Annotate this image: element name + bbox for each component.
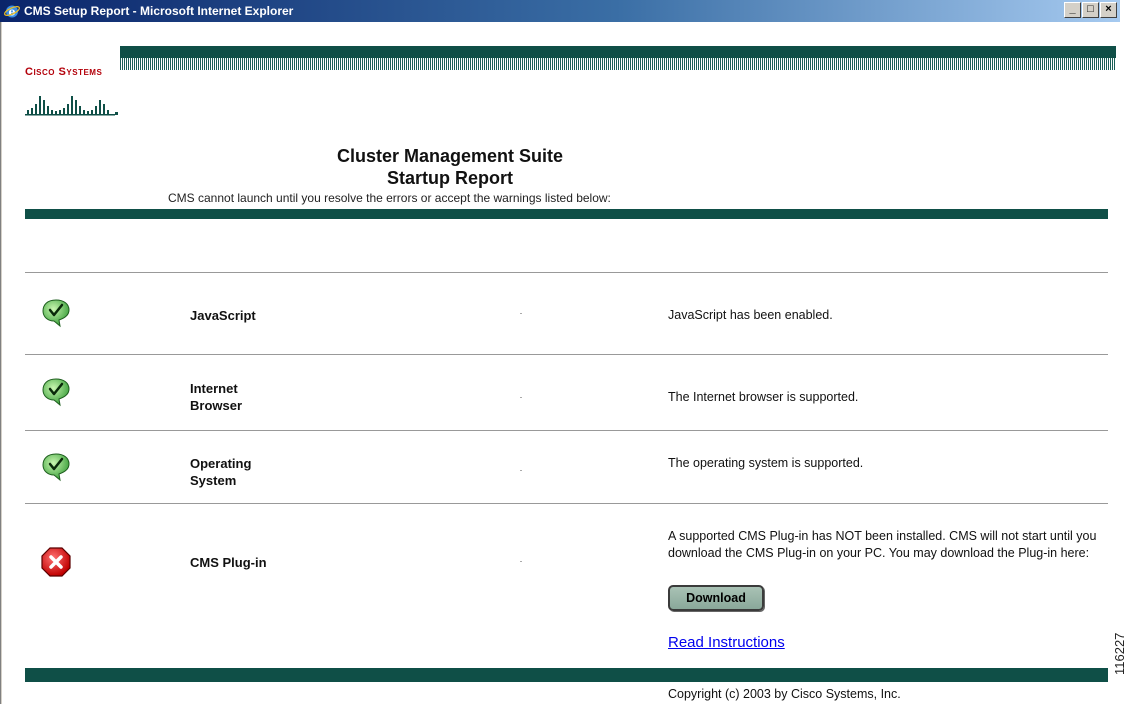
row-divider bbox=[25, 354, 1108, 355]
row-divider bbox=[25, 430, 1108, 431]
footer-bar bbox=[25, 668, 1108, 682]
error-x-icon bbox=[41, 547, 71, 577]
check-name-operating-system: Operating System bbox=[190, 456, 252, 488]
check-message-operating-system: The operating system is supported. bbox=[668, 456, 864, 470]
window-frame-left bbox=[0, 22, 2, 704]
window-title: CMS Setup Report - Microsoft Internet Ex… bbox=[24, 4, 294, 18]
row-separator-dot bbox=[520, 397, 522, 398]
page-subtitle-title: Startup Report bbox=[387, 168, 513, 188]
checkmark-bubble-icon bbox=[42, 378, 70, 407]
minimize-button[interactable]: _ bbox=[1064, 2, 1081, 18]
check-name-cms-plugin: CMS Plug-in bbox=[190, 555, 267, 570]
window-controls: _ □ × bbox=[1063, 2, 1117, 18]
checkmark-bubble-icon bbox=[42, 453, 70, 482]
cisco-bridge-logo-icon bbox=[25, 96, 118, 116]
check-message-javascript: JavaScript has been enabled. bbox=[668, 308, 833, 322]
copyright-text: Copyright (c) 2003 by Cisco Systems, Inc… bbox=[668, 687, 901, 701]
check-name-javascript: JavaScript bbox=[190, 308, 256, 323]
figure-id-label: 116227 bbox=[1112, 632, 1127, 675]
read-instructions-link[interactable]: Read Instructions bbox=[668, 634, 785, 651]
header-divider bbox=[25, 209, 1108, 219]
ie-logo-icon: e bbox=[4, 3, 20, 19]
download-button[interactable]: Download bbox=[668, 585, 764, 611]
top-banner-stripes bbox=[120, 58, 1116, 70]
row-divider bbox=[25, 503, 1108, 504]
check-message-cms-plugin: A supported CMS Plug-in has NOT been ins… bbox=[668, 529, 1097, 560]
maximize-button[interactable]: □ bbox=[1082, 2, 1099, 18]
page-title: Cluster Management Suite bbox=[336, 146, 564, 166]
row-separator-dot bbox=[520, 470, 522, 471]
top-banner bbox=[120, 46, 1116, 58]
check-name-internet-browser: Internet Browser bbox=[190, 381, 243, 413]
window-title-bar[interactable]: e CMS Setup Report - Microsoft Internet … bbox=[0, 0, 1120, 22]
instruction-text: CMS cannot launch until you resolve the … bbox=[168, 191, 611, 205]
close-button[interactable]: × bbox=[1100, 2, 1117, 18]
check-message-internet-browser: The Internet browser is supported. bbox=[668, 390, 859, 404]
row-separator-dot bbox=[520, 313, 522, 314]
checkmark-bubble-icon bbox=[42, 299, 70, 328]
row-divider bbox=[25, 272, 1108, 273]
cisco-logo-text: Cisco Systems bbox=[25, 66, 103, 78]
row-separator-dot bbox=[520, 561, 522, 562]
